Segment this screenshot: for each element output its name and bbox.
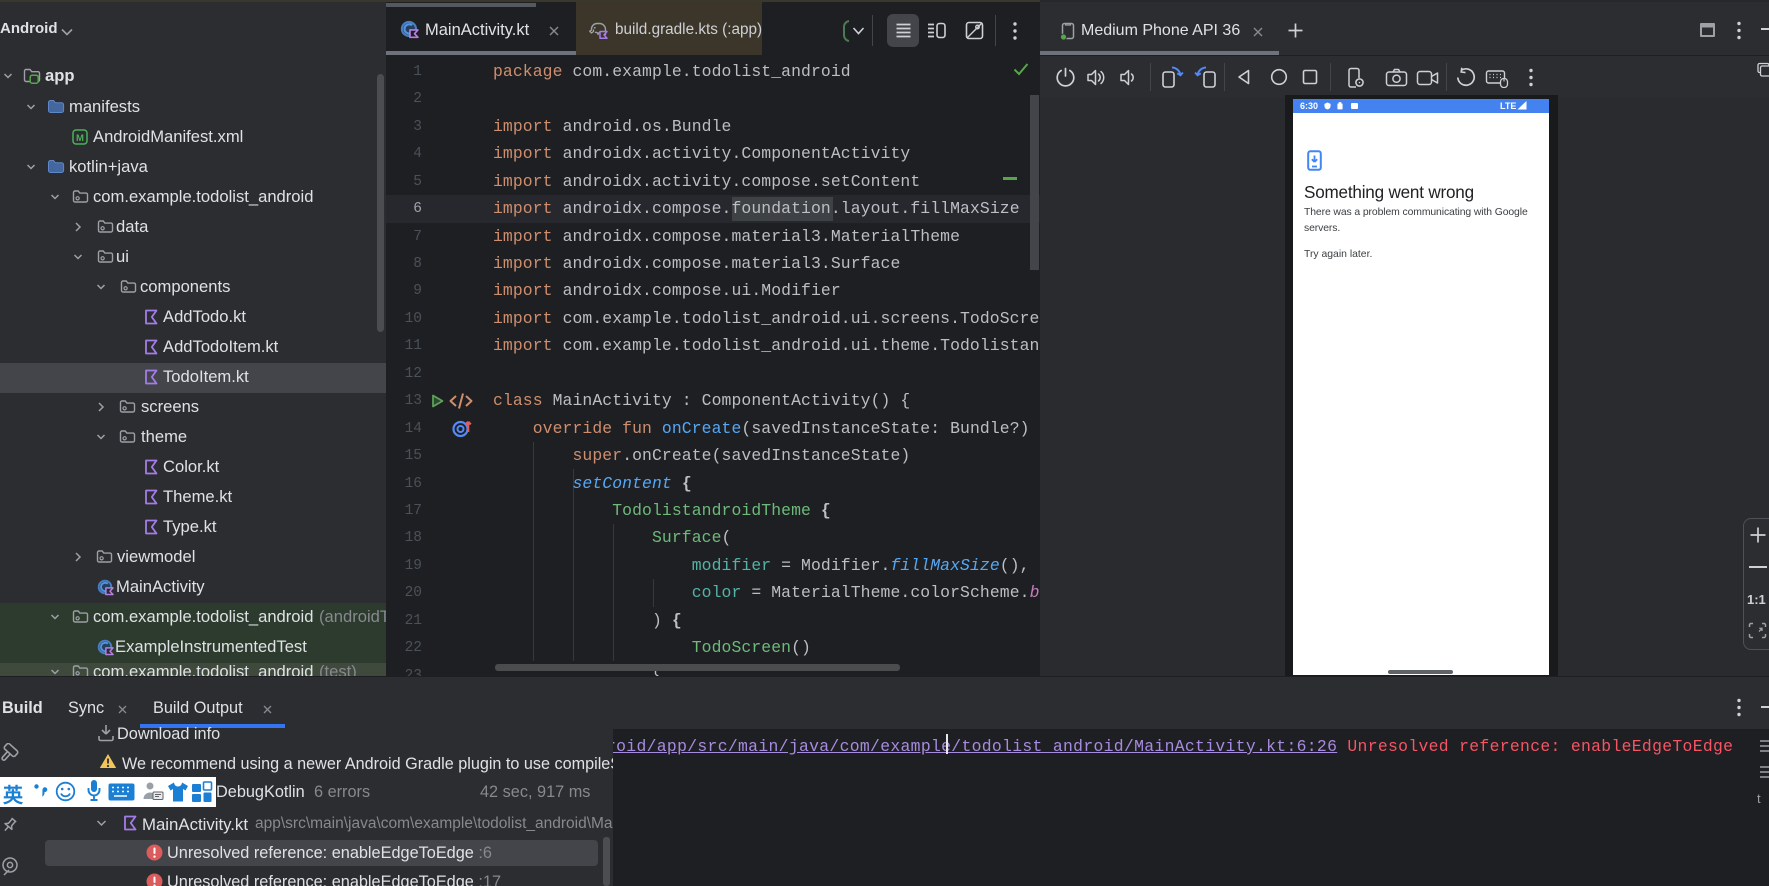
svg-text:M: M bbox=[76, 133, 84, 144]
